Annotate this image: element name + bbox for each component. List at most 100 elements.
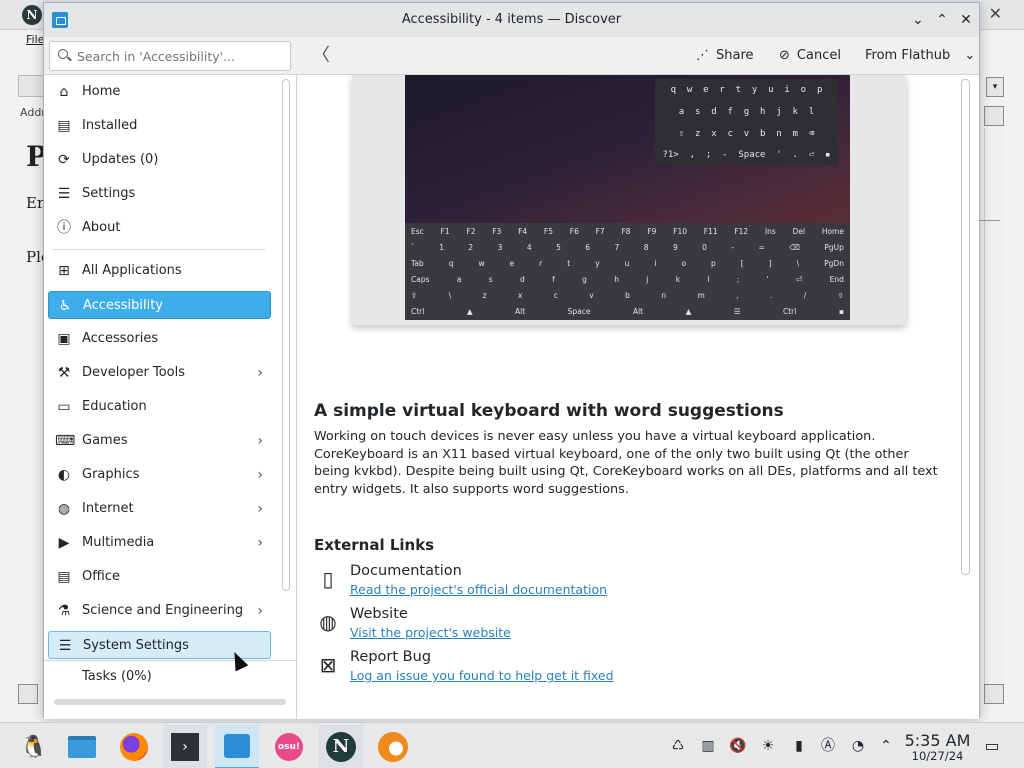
category-education[interactable]: ▭ Education bbox=[48, 393, 271, 421]
terminal-icon[interactable]: › bbox=[163, 725, 207, 768]
category-office[interactable]: ▤ Office bbox=[48, 563, 271, 591]
keyboard-key: PgUp bbox=[824, 243, 844, 252]
firefox-icon[interactable] bbox=[112, 725, 156, 768]
search-input[interactable] bbox=[49, 41, 291, 71]
keyboard-row: ⇧ \ z x c v b n m,. / ⇧ bbox=[411, 291, 844, 300]
clock-time[interactable]: 5:35 AM bbox=[900, 731, 975, 750]
keyboard-key: s bbox=[488, 275, 493, 284]
app-screenshot[interactable]: q w e r t y u i o p a s d f g h j k l ⇧ … bbox=[405, 75, 850, 320]
minimize-button[interactable]: ⌄ bbox=[908, 10, 928, 30]
home-icon: ⌂ bbox=[59, 84, 69, 100]
background-dropdown-icon[interactable]: ▾ bbox=[986, 77, 1004, 97]
input-method-icon[interactable]: Ⓐ bbox=[818, 736, 838, 756]
keyboard-key: ⇧ bbox=[837, 291, 844, 300]
toolbox-icon: ▣ bbox=[57, 331, 71, 347]
keyboard-key: F7 bbox=[595, 227, 605, 236]
background-scroll-button[interactable] bbox=[984, 684, 1004, 704]
keyboard-key: - bbox=[731, 243, 735, 252]
keyboard-key: q bbox=[448, 259, 454, 268]
keyboard-key: p bbox=[711, 259, 716, 268]
documentation-link-item: ▯ Documentation Read the project's offic… bbox=[314, 563, 714, 603]
category-multimedia[interactable]: ▶ Multimedia › bbox=[48, 529, 271, 557]
keyboard-key: ⇧ bbox=[411, 291, 418, 300]
updates-tray-icon[interactable]: ◔ bbox=[848, 736, 868, 756]
background-address-label: Addr bbox=[20, 106, 46, 119]
sidebar-item-installed[interactable]: ▤ Installed bbox=[48, 112, 271, 140]
maximize-button[interactable]: ⌃ bbox=[932, 10, 952, 30]
volume-muted-icon[interactable]: 🔇 bbox=[728, 736, 748, 756]
background-close-icon[interactable]: ✕ bbox=[989, 4, 1002, 23]
window-titlebar[interactable]: Accessibility - 4 items — Discover ⌄ ⌃ ✕ bbox=[44, 3, 979, 37]
background-scrollbar[interactable] bbox=[984, 128, 1004, 698]
category-games[interactable]: ⌨ Games › bbox=[48, 427, 271, 455]
accessibility-icon: ♿ bbox=[58, 298, 72, 314]
sidebar-item-about[interactable]: ⓘ About bbox=[48, 214, 271, 242]
network-tray-icon[interactable]: ♺ bbox=[668, 736, 688, 756]
category-accessibility[interactable]: ♿ Accessibility bbox=[48, 291, 271, 319]
website-link[interactable]: Visit the project's website bbox=[350, 625, 511, 640]
folder-icon bbox=[68, 736, 96, 758]
report-bug-link[interactable]: Log an issue you found to help get it fi… bbox=[350, 668, 614, 683]
firefox-icon bbox=[120, 733, 148, 761]
tasks-panel[interactable]: Tasks (0%) bbox=[44, 660, 297, 719]
battery-icon[interactable]: ▮ bbox=[789, 736, 809, 756]
category-internet[interactable]: ◍ Internet › bbox=[48, 495, 271, 523]
category-developer-tools[interactable]: ⚒ Developer Tools › bbox=[48, 359, 271, 387]
share-label: Share bbox=[716, 48, 754, 63]
sidebar-item-label: Updates (0) bbox=[82, 152, 159, 167]
tux-icon[interactable]: 🐧 bbox=[12, 725, 56, 768]
category-label: All Applications bbox=[82, 263, 182, 278]
content-scrollbar[interactable] bbox=[961, 79, 970, 575]
cancel-button[interactable]: ⊘ Cancel bbox=[779, 44, 841, 68]
screenshot-carousel[interactable]: q w e r t y u i o p a s d f g h j k l ⇧ … bbox=[352, 75, 906, 325]
source-dropdown[interactable]: From Flathub ⌄ bbox=[865, 44, 975, 68]
background-file-menu[interactable]: File bbox=[26, 33, 44, 46]
back-button[interactable]: 〈 bbox=[307, 42, 335, 70]
sidebar-scrollbar[interactable] bbox=[282, 79, 290, 591]
keyboard-key: F3 bbox=[492, 227, 502, 236]
keyboard-key: Home bbox=[821, 227, 844, 236]
documentation-link[interactable]: Read the project's official documentatio… bbox=[350, 582, 607, 597]
full-keyboard-preview: Esc F1 F2 F3 F4 F5 F6 F7 F8 F9 F10 F11 F12 Ins Del Home… bbox=[405, 223, 850, 320]
keyboard-key: r bbox=[539, 259, 543, 268]
close-button[interactable]: ✕ bbox=[956, 10, 976, 30]
chevron-right-icon: › bbox=[257, 365, 263, 381]
keyboard-key: PgDn bbox=[824, 259, 844, 268]
background-toolbar-button[interactable] bbox=[18, 75, 44, 97]
chevron-right-icon: › bbox=[257, 535, 263, 551]
keyboard-key: = bbox=[758, 243, 765, 252]
sidebar-item-settings[interactable]: ☰ Settings bbox=[48, 180, 271, 208]
keyboard-key: ; bbox=[736, 275, 740, 284]
discover-icon[interactable] bbox=[215, 725, 259, 768]
osu-icon[interactable]: osu! bbox=[267, 725, 311, 768]
keyboard-key: ▲ bbox=[466, 307, 473, 316]
category-all-applications[interactable]: ⊞ All Applications bbox=[48, 257, 271, 285]
chevron-right-icon: › bbox=[257, 603, 263, 619]
keyboard-key: 8 bbox=[643, 243, 649, 252]
orange-app-icon[interactable] bbox=[371, 725, 415, 768]
share-button[interactable]: ⋰ Share bbox=[696, 44, 754, 68]
expand-tray-icon[interactable]: ⌃ bbox=[876, 736, 896, 756]
bug-icon: ⊠ bbox=[319, 653, 337, 677]
show-desktop-icon[interactable]: ▭ bbox=[982, 736, 1002, 756]
keyboard-key: y bbox=[595, 259, 600, 268]
sidebar-item-home[interactable]: ⌂ Home bbox=[48, 78, 271, 106]
brightness-icon[interactable]: ☀ bbox=[758, 736, 778, 756]
keyboard-row: ?1> , ; - Space ' . ⏎ ▪ bbox=[662, 150, 831, 160]
category-graphics[interactable]: ◐ Graphics › bbox=[48, 461, 271, 489]
file-manager-icon[interactable] bbox=[60, 725, 104, 768]
category-label: Games bbox=[82, 433, 128, 448]
netscape-icon[interactable]: N bbox=[319, 725, 363, 768]
category-accessories[interactable]: ▣ Accessories bbox=[48, 325, 271, 353]
tux-icon: 🐧 bbox=[20, 734, 48, 760]
sidebar-item-updates[interactable]: ⟳ Updates (0) bbox=[48, 146, 271, 174]
category-label: Office bbox=[82, 569, 120, 584]
background-scroll-button[interactable] bbox=[18, 684, 38, 704]
category-science-and-engineering[interactable]: ⚗ Science and Engineering › bbox=[48, 597, 271, 625]
background-scroll-button[interactable] bbox=[984, 106, 1004, 126]
keyboard-key: 9 bbox=[672, 243, 678, 252]
clipboard-tray-icon[interactable]: ▥ bbox=[698, 736, 718, 756]
clock-date[interactable]: 10/27/24 bbox=[900, 749, 975, 763]
floating-keyboard-preview: q w e r t y u i o p a s d f g h j k l ⇧ … bbox=[655, 79, 838, 165]
keyboard-key: ▲ bbox=[685, 307, 692, 316]
